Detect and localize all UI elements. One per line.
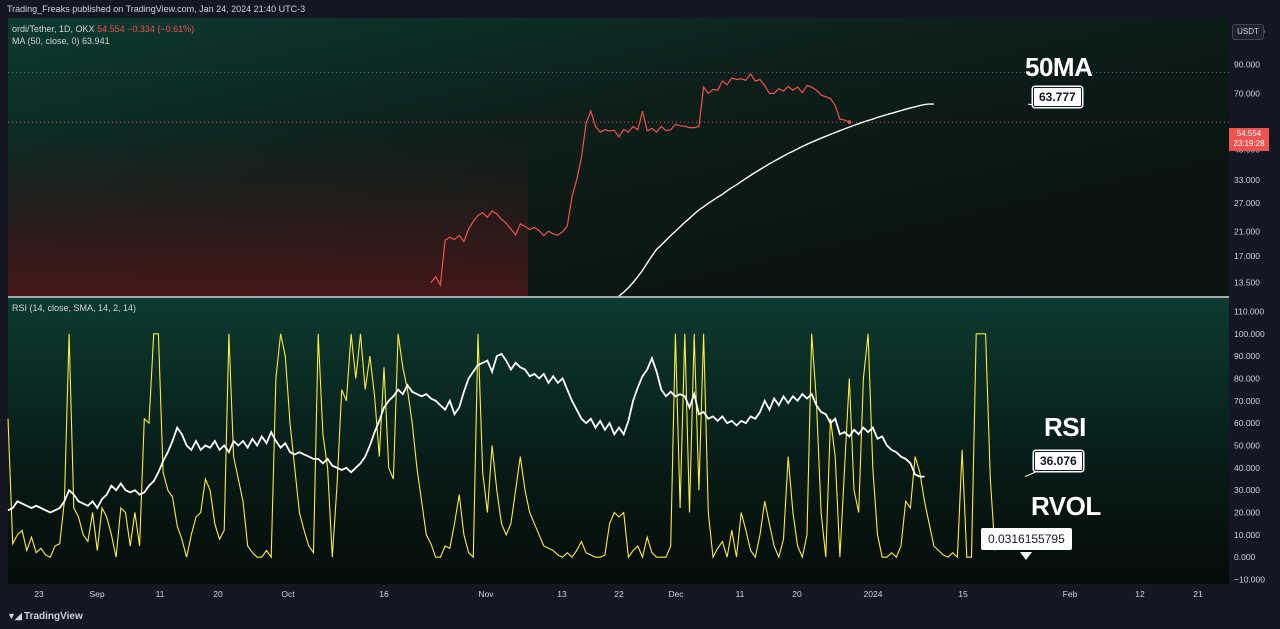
time-tick-label: 11 [156,589,165,599]
rsi-tick-label: 0.000 [1234,552,1256,562]
time-axis-bg [0,584,1280,604]
time-tick-label: 23 [34,589,44,599]
rsi-legend: RSI (14, close, SMA, 14, 2, 14) [12,303,136,313]
rsi-tick-label: 30.000 [1234,485,1260,495]
time-tick-label: 21 [1193,589,1203,599]
rsi-tick-label: 40.000 [1234,463,1260,473]
rsi-tick-label: 50.000 [1234,440,1260,450]
ma-annotation: 50MA [1025,52,1093,82]
footer: ▼◢ TradingView [0,604,1280,629]
bar-countdown: 23:19:28 [1233,139,1265,148]
time-tick-label: 20 [213,589,223,599]
price-tick-label: 21.000 [1234,227,1260,237]
publish-header: Trading_Freaks published on TradingView.… [0,0,1280,18]
price-tick-label: 27.000 [1234,198,1260,208]
rsi-tick-label: 20.000 [1234,508,1260,518]
price-change: −0.334 (−0.61%) [127,24,195,34]
rsi-tick-label: 90.000 [1234,351,1260,361]
ma-label[interactable]: MA (50, close, 0) [12,36,80,46]
symbol-label[interactable]: ordi/Tether, 1D, OKX [12,24,95,34]
ma-callout: 63.777 [1033,87,1082,107]
tradingview-logo[interactable]: ▼◢ TradingView [7,611,83,622]
last-price: 54.554 [1236,129,1262,138]
time-tick-label: Feb [1063,589,1078,599]
rvol-tooltip: 0.0316155795 [981,528,1072,550]
last-price-dot [847,120,852,124]
time-tick-label: 13 [557,589,567,599]
last-price-tag: 54.554 23:19:28 [1229,128,1269,151]
rsi-tick-label: 60.000 [1234,418,1260,428]
time-tick-label: 11 [736,589,745,599]
time-tick-label: Oct [281,589,295,599]
price-value: 54.554 [97,24,125,34]
rsi-annotation: RSI [1044,412,1086,442]
currency-button[interactable]: USDT [1232,24,1264,40]
rsi-tick-label: 100.000 [1234,329,1265,339]
price-tick-label: 70.000 [1234,88,1260,98]
price-tick-label: 33.000 [1234,175,1260,185]
time-tick-label: 22 [614,589,624,599]
rsi-label[interactable]: RSI (14, close, SMA, 14, 2, 14) [12,303,136,313]
price-pane-red-tint [8,130,528,296]
rsi-tick-label: 10.000 [1234,530,1260,540]
time-tick-label: 20 [792,589,802,599]
chart-canvas: 120.00090.00070.00043.00033.00027.00021.… [0,18,1280,604]
time-tick-label: 2024 [864,589,883,599]
price-tick-label: 17.000 [1234,251,1260,261]
tradingview-icon: ▼◢ [7,611,22,621]
rsi-tick-label: −10.000 [1234,575,1265,585]
rsi-tick-label: 70.000 [1234,396,1260,406]
rsi-tick-label: 110.000 [1234,306,1264,316]
time-tick-label: Dec [668,589,684,599]
time-tick-label: 12 [1135,589,1145,599]
time-tick-label: Sep [89,589,104,599]
rsi-callout: 36.076 [1034,451,1083,471]
price-tick-label: 13.500 [1234,277,1260,287]
ma-legend: MA (50, close, 0) 63.941 [12,36,110,46]
rsi-tick-label: 80.000 [1234,373,1260,383]
price-tick-label: 90.000 [1234,60,1260,70]
time-tick-label: 16 [379,589,389,599]
ma-value: 63.941 [82,36,110,46]
time-tick-label: Nov [478,589,494,599]
brand-label: TradingView [24,611,83,622]
rvol-annotation: RVOL [1031,491,1101,521]
publish-text: Trading_Freaks published on TradingView.… [7,4,306,14]
price-legend: ordi/Tether, 1D, OKX 54.554 −0.334 (−0.6… [12,24,194,34]
time-tick-label: 15 [958,589,968,599]
